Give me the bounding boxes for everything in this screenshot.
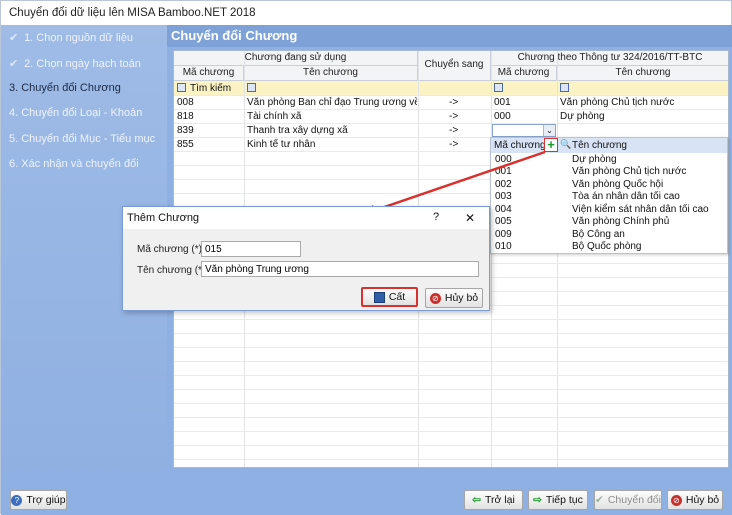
cell-ma-right[interactable]: 000 bbox=[494, 110, 511, 123]
cancel-wizard-button[interactable]: ⊘ Hủy bỏ bbox=[667, 490, 723, 510]
ma-chuong-input[interactable] bbox=[201, 241, 301, 257]
add-chuong-dialog: Thêm Chương ? ✕ Mã chương (*) Tên chương… bbox=[122, 206, 490, 311]
combo-input[interactable]: ⌄ bbox=[492, 124, 556, 137]
step-6[interactable]: 6. Xác nhận và chuyển đổi bbox=[9, 158, 139, 170]
check-icon: ✔ bbox=[9, 32, 19, 44]
convert-button[interactable]: ✔ Chuyển đổi bbox=[594, 490, 662, 510]
arrow-cell: -> bbox=[449, 97, 459, 108]
cell-ten: Văn phòng Ban chỉ đạo Trung ương về p... bbox=[247, 97, 417, 108]
cancel-button[interactable]: ⊘ Hủy bỏ bbox=[425, 288, 483, 308]
cell-ten: Tài chính xã bbox=[247, 111, 302, 122]
col-header-ten[interactable]: Tên chương bbox=[244, 66, 418, 81]
filter-row bbox=[174, 81, 728, 95]
binoculars-icon: 🔍 bbox=[560, 139, 572, 149]
close-icon[interactable]: ✕ bbox=[465, 211, 475, 225]
help-icon: ? bbox=[11, 494, 23, 506]
col-header-ten-right[interactable]: Tên chương bbox=[557, 66, 728, 81]
cancel-icon: ⊘ bbox=[429, 292, 441, 304]
check-icon: ✔ bbox=[9, 58, 19, 70]
step-label: 1. Chọn nguồn dữ liệu bbox=[24, 32, 133, 44]
step-label: 3. Chuyển đổi Chương bbox=[9, 82, 121, 94]
group-header-current: Chương đang sử dụng bbox=[174, 51, 418, 66]
filter-icon[interactable] bbox=[177, 83, 186, 92]
filter-icon[interactable] bbox=[247, 83, 256, 92]
cancel-icon: ⊘ bbox=[670, 494, 682, 506]
arrow-right-icon: ⇨ bbox=[533, 494, 542, 506]
cell-ten-right: Văn phòng Chủ tịch nước bbox=[560, 97, 675, 108]
dropdown-col-ma: Mã chương bbox=[494, 140, 546, 151]
help-button[interactable]: ? Trợ giúp bbox=[10, 490, 67, 510]
group-header-circular: Chương theo Thông tư 324/2016/TT-BTC bbox=[491, 51, 728, 66]
save-button[interactable]: Cất bbox=[361, 287, 418, 307]
arrow-cell: -> bbox=[449, 125, 459, 136]
check-icon: ✔ bbox=[595, 494, 604, 506]
col-header-ma-right[interactable]: Mã chương bbox=[491, 66, 557, 81]
filter-label[interactable]: Tìm kiếm bbox=[190, 82, 231, 95]
cell-ma: 855 bbox=[177, 139, 194, 150]
step-4[interactable]: 4. Chuyển đổi Loại - Khoản bbox=[9, 107, 142, 119]
back-button[interactable]: ⇦ Trở lại bbox=[464, 490, 523, 510]
cell-ma: 839 bbox=[177, 125, 194, 136]
cell-ten: Kinh tế tư nhân bbox=[247, 139, 316, 150]
col-header-convert[interactable]: Chuyển sang bbox=[418, 51, 491, 81]
step-1[interactable]: ✔ 1. Chọn nguồn dữ liệu bbox=[9, 31, 133, 44]
step-label: 4. Chuyển đổi Loại - Khoản bbox=[9, 107, 143, 119]
arrow-cell: -> bbox=[449, 139, 459, 150]
step-5[interactable]: 5. Chuyển đổi Mục - Tiểu mục bbox=[9, 133, 155, 145]
chuong-dropdown[interactable]: Mã chương + 🔍 Tên chương 000 Dự phòng 001… bbox=[490, 137, 728, 254]
step-2[interactable]: ✔ 2. Chọn ngày hạch toán bbox=[9, 57, 141, 70]
help-icon[interactable]: ? bbox=[433, 211, 439, 223]
label-ten: Tên chương (*) bbox=[137, 265, 206, 276]
chevron-down-icon[interactable]: ⌄ bbox=[543, 125, 555, 136]
label-ma: Mã chương (*) bbox=[137, 244, 202, 255]
dropdown-col-ten: Tên chương bbox=[572, 140, 627, 151]
filter-icon[interactable] bbox=[560, 83, 569, 92]
cell-ma: 818 bbox=[177, 111, 194, 122]
footer-bar: ? Trợ giúp ⇦ Trở lại ⇨ Tiếp tục ✔ Chuyển… bbox=[1, 481, 732, 515]
next-button[interactable]: ⇨ Tiếp tục bbox=[528, 490, 588, 510]
cell-ma-right[interactable]: 001 bbox=[494, 96, 511, 109]
page-title: Chuyển đổi Chương bbox=[167, 25, 732, 47]
cell-ten: Thanh tra xây dựng xã bbox=[247, 125, 348, 136]
window-title: Chuyển đổi dữ liệu lên MISA Bamboo.NET 2… bbox=[1, 1, 731, 25]
cell-ten-right: Dự phòng bbox=[560, 111, 605, 122]
cell-ma: 008 bbox=[177, 97, 194, 108]
step-label: 5. Chuyển đổi Mục - Tiểu mục bbox=[9, 133, 156, 145]
step-label: 6. Xác nhận và chuyển đổi bbox=[9, 158, 139, 170]
app-window: Chuyển đổi dữ liệu lên MISA Bamboo.NET 2… bbox=[0, 0, 732, 515]
col-header-ma[interactable]: Mã chương bbox=[174, 66, 244, 81]
step-3[interactable]: 3. Chuyển đổi Chương bbox=[9, 82, 121, 94]
arrow-cell: -> bbox=[449, 111, 459, 122]
arrow-left-icon: ⇦ bbox=[472, 494, 481, 506]
ten-chuong-input[interactable] bbox=[201, 261, 479, 277]
step-label: 2. Chọn ngày hạch toán bbox=[24, 58, 141, 70]
add-icon[interactable]: + bbox=[544, 138, 558, 152]
filter-icon[interactable] bbox=[494, 83, 503, 92]
save-icon bbox=[373, 291, 385, 303]
